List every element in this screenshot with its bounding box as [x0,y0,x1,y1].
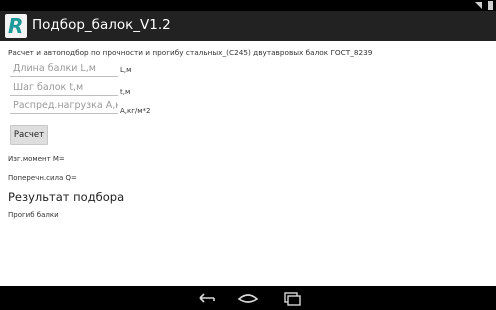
back-icon[interactable] [195,290,219,306]
action-bar: R Подбор_балок_V1.2 [0,11,496,41]
moment-label: Изг.момент M= [8,155,65,163]
recent-apps-icon[interactable] [280,290,304,306]
distributed-load-unit: A,кг/м*2 [120,107,151,115]
navigation-bar [0,286,496,310]
beam-spacing-unit: t,м [120,88,131,96]
battery-icon [488,1,493,10]
home-icon[interactable] [236,290,260,306]
beam-length-input[interactable] [10,61,118,77]
logo-letter: R [8,14,24,38]
calculate-button[interactable]: Расчет [10,125,48,145]
signal-icon [475,2,482,9]
shear-label: Поперечн.сила Q= [8,174,77,182]
app-logo: R [5,14,27,38]
result-title: Результат подбора [8,190,125,204]
beam-length-unit: L,м [120,66,132,74]
app-title: Подбор_балок_V1.2 [32,17,171,33]
description-text: Расчет и автоподбор по прочности и проги… [8,48,373,57]
beam-spacing-input[interactable] [10,80,118,96]
deflection-label: Прогиб балки [8,211,59,219]
status-bar [0,0,496,11]
distributed-load-input[interactable] [10,98,118,114]
